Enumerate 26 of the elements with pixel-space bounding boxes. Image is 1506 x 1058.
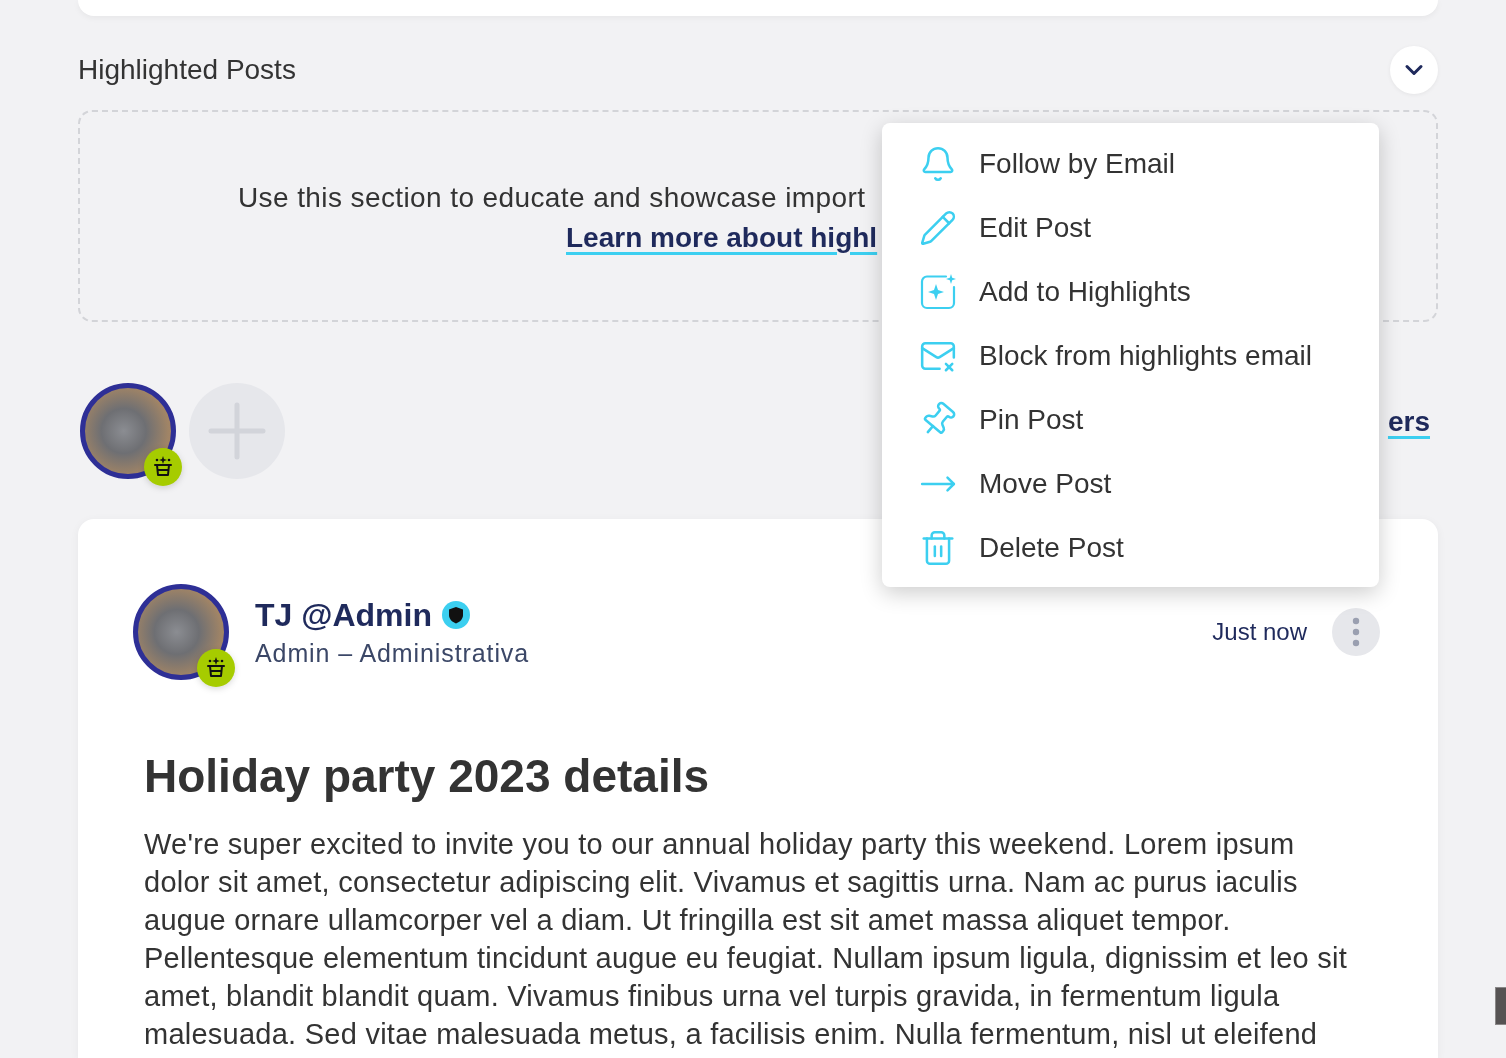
empty-state-text: Use this section to educate and showcase import — [238, 181, 866, 215]
menu-item[interactable]: Move Post — [882, 452, 1379, 516]
menu-item[interactable]: Pin Post — [882, 388, 1379, 452]
pencil-icon — [919, 209, 957, 247]
scroll-thumb[interactable] — [1495, 987, 1506, 1025]
collapse-button[interactable] — [1390, 46, 1438, 94]
more-icon — [1352, 617, 1360, 647]
menu-item[interactable]: Delete Post — [882, 516, 1379, 580]
hat-badge-icon — [197, 649, 235, 687]
shield-icon — [442, 601, 470, 629]
menu-item[interactable]: Edit Post — [882, 196, 1379, 260]
menu-item[interactable]: Follow by Email — [882, 132, 1379, 196]
section-title: Highlighted Posts — [78, 53, 296, 87]
more-button[interactable] — [1332, 608, 1380, 656]
learn-more-link[interactable]: Learn more about highl — [566, 218, 878, 258]
members-link[interactable]: ers — [1387, 406, 1430, 438]
menu-item[interactable]: Block from highlights email — [882, 324, 1379, 388]
menu-item[interactable]: Add to Highlights — [882, 260, 1379, 324]
author-name[interactable]: TJ @Admin — [255, 595, 432, 635]
post-body: We're super excited to invite you to our annual holiday party this weekend. Lorem ipsum dolor sit amet, consectetur adipiscing elit. Vivamus et sagittis urna. Nam ac purus iaculis augue ornare ullamcorper vel a diam. Ut fringilla est sit amet massa aliquet tempor. Pellentesque elementum tincidunt augue eu feugiat. Nullam ipsum ligula, dignissim et leo sit amet, blandit blandit quam. Vivamus finibus urna vel turpis gravida, in fermentum ligula malesuada. Sed vitae malesuada metus, a facilisis enim. Nulla fermentum, nisl ut eleifend — [144, 827, 1348, 1052]
hat-badge-icon — [144, 448, 182, 486]
post-time: Just now — [1212, 617, 1307, 647]
sparkle-icon — [919, 273, 957, 311]
trash-icon — [919, 529, 957, 567]
post-title: Holiday party 2023 details — [144, 749, 711, 804]
author-role: Admin – Administrativa — [255, 638, 530, 669]
